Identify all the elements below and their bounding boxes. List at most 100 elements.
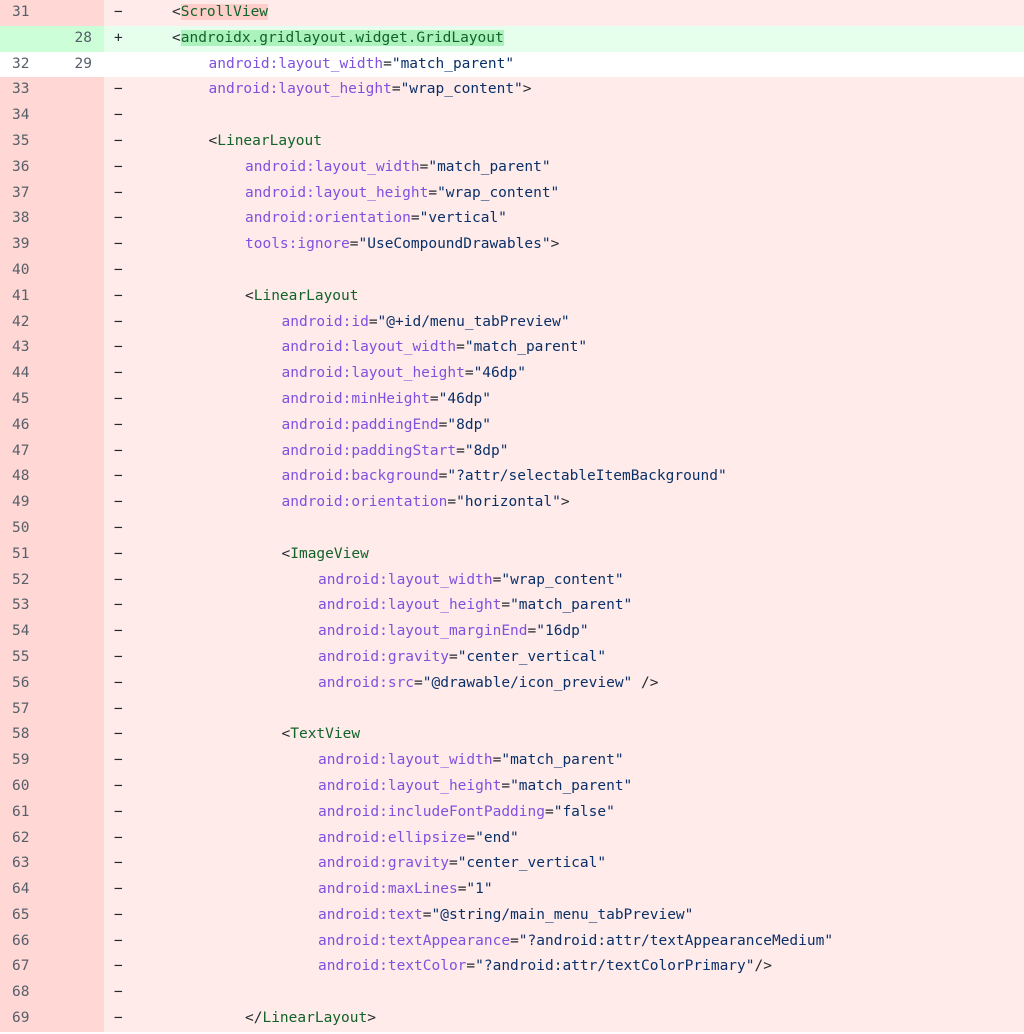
new-line-number[interactable] [52, 541, 104, 568]
new-line-number[interactable] [52, 361, 104, 387]
new-line-number[interactable] [52, 128, 104, 155]
new-line-number[interactable] [52, 877, 104, 903]
diff-row-deleted[interactable]: 53− android:layout_height="match_parent" [0, 593, 1024, 620]
new-line-number[interactable] [52, 593, 104, 620]
old-line-number[interactable]: 34 [0, 103, 52, 129]
old-line-number[interactable]: 63 [0, 851, 52, 878]
diff-row-deleted[interactable]: 45− android:minHeight="46dp" [0, 386, 1024, 413]
new-line-number[interactable] [52, 928, 104, 955]
new-line-number[interactable] [52, 490, 104, 516]
new-line-number[interactable] [52, 515, 104, 542]
old-line-number[interactable]: 59 [0, 748, 52, 774]
old-line-number[interactable]: 64 [0, 877, 52, 903]
diff-row-deleted[interactable]: 66− android:textAppearance="?android:attr… [0, 928, 1024, 955]
new-line-number[interactable] [52, 309, 104, 336]
new-line-number[interactable] [52, 644, 104, 671]
old-line-number[interactable]: 65 [0, 902, 52, 929]
old-line-number[interactable]: 39 [0, 232, 52, 258]
new-line-number[interactable] [52, 0, 104, 26]
new-line-number[interactable] [52, 77, 104, 104]
new-line-number[interactable] [52, 464, 104, 491]
new-line-number[interactable] [52, 902, 104, 929]
old-line-number[interactable]: 42 [0, 309, 52, 336]
old-line-number[interactable]: 62 [0, 825, 52, 852]
old-line-number[interactable]: 49 [0, 490, 52, 516]
new-line-number[interactable] [52, 154, 104, 181]
new-line-number[interactable] [52, 232, 104, 258]
old-line-number[interactable]: 47 [0, 438, 52, 465]
diff-row-deleted[interactable]: 49− android:orientation="horizontal"> [0, 490, 1024, 516]
new-line-number[interactable]: 29 [52, 51, 104, 78]
new-line-number[interactable] [52, 748, 104, 774]
diff-row-deleted[interactable]: 37− android:layout_height="wrap_content" [0, 180, 1024, 207]
new-line-number[interactable] [52, 825, 104, 852]
diff-row-deleted[interactable]: 46 − android:paddingEnd="8dp" [0, 412, 1024, 439]
new-line-number[interactable] [52, 438, 104, 465]
new-line-number[interactable] [52, 722, 104, 749]
new-line-number[interactable]: 28 [52, 25, 104, 52]
diff-row-deleted[interactable]: 54− android:layout_marginEnd="16dp" [0, 619, 1024, 645]
diff-row-deleted[interactable]: 67− android:textColor="?android:attr/text… [0, 954, 1024, 981]
old-line-number[interactable]: 58 [0, 722, 52, 749]
diff-row-deleted[interactable]: 64 − android:maxLines="1" [0, 877, 1024, 903]
new-line-number[interactable] [52, 1006, 104, 1032]
diff-row-deleted[interactable]: 56 − android:src="@drawable/icon_preview" … [0, 670, 1024, 697]
new-line-number[interactable] [52, 257, 104, 284]
new-line-number[interactable] [52, 851, 104, 878]
new-line-number[interactable] [52, 206, 104, 233]
new-line-number[interactable] [52, 180, 104, 207]
new-line-number[interactable] [52, 386, 104, 413]
diff-row-context[interactable]: 32 29 android:layout_width="match_parent" [0, 51, 1024, 78]
diff-row-deleted[interactable]: 61− android:includeFontPadding="false" [0, 799, 1024, 826]
old-line-number[interactable]: 67 [0, 954, 52, 981]
old-line-number[interactable]: 61 [0, 799, 52, 826]
diff-row-deleted[interactable]: 34 − [0, 103, 1024, 129]
old-line-number[interactable]: 51 [0, 541, 52, 568]
diff-row-deleted[interactable]: 52 − android:layout_width="wrap_content" [0, 567, 1024, 594]
diff-row-deleted[interactable]: 60− android:layout_height="match_parent" [0, 773, 1024, 800]
new-line-number[interactable] [52, 696, 104, 723]
old-line-number[interactable]: 43 [0, 335, 52, 362]
diff-row-deleted[interactable]: 59 − android:layout_width="match_parent" [0, 748, 1024, 774]
new-line-number[interactable] [52, 670, 104, 697]
diff-row-deleted[interactable]: 33− android:layout_height="wrap_content"> [0, 77, 1024, 104]
diff-row-deleted[interactable]: 51− <ImageView [0, 541, 1024, 568]
old-line-number[interactable] [0, 25, 52, 52]
diff-row-deleted[interactable]: 42− android:id="@+id/menu_tabPreview" [0, 309, 1024, 336]
old-line-number[interactable]: 56 [0, 670, 52, 697]
diff-row-deleted[interactable]: 69− </LinearLayout> [0, 1006, 1024, 1032]
new-line-number[interactable] [52, 954, 104, 981]
old-line-number[interactable]: 57 [0, 696, 52, 723]
old-line-number[interactable]: 68 [0, 980, 52, 1007]
diff-row-deleted[interactable]: 43− android:layout_width="match_parent" [0, 335, 1024, 362]
diff-row-deleted[interactable]: 55− android:gravity="center_vertical" [0, 644, 1024, 671]
old-line-number[interactable]: 46 [0, 412, 52, 439]
old-line-number[interactable]: 38 [0, 206, 52, 233]
new-line-number[interactable] [52, 283, 104, 310]
old-line-number[interactable]: 41 [0, 283, 52, 310]
old-line-number[interactable]: 66 [0, 928, 52, 955]
old-line-number[interactable]: 44 [0, 361, 52, 387]
diff-row-deleted[interactable]: 44− android:layout_height="46dp" [0, 361, 1024, 387]
diff-row-deleted[interactable]: 31− <ScrollView [0, 0, 1024, 26]
diff-row-deleted[interactable]: 35− <LinearLayout [0, 128, 1024, 155]
old-line-number[interactable]: 55 [0, 644, 52, 671]
old-line-number[interactable]: 37 [0, 180, 52, 207]
old-line-number[interactable]: 54 [0, 619, 52, 645]
new-line-number[interactable] [52, 619, 104, 645]
new-line-number[interactable] [52, 799, 104, 826]
old-line-number[interactable]: 60 [0, 773, 52, 800]
new-line-number[interactable] [52, 980, 104, 1007]
diff-row-deleted[interactable]: 58− <TextView [0, 722, 1024, 749]
diff-row-added[interactable]: 28 + <androidx.gridlayout.widget.GridLayou… [0, 25, 1024, 52]
diff-row-deleted[interactable]: 63− android:gravity="center_vertical" [0, 851, 1024, 878]
new-line-number[interactable] [52, 335, 104, 362]
old-line-number[interactable]: 40 [0, 257, 52, 284]
diff-row-deleted[interactable]: 50 − [0, 515, 1024, 542]
diff-row-deleted[interactable]: 39− tools:ignore="UseCompoundDrawables"> [0, 232, 1024, 258]
old-line-number[interactable]: 31 [0, 0, 52, 26]
new-line-number[interactable] [52, 773, 104, 800]
old-line-number[interactable]: 45 [0, 386, 52, 413]
diff-row-deleted[interactable]: 57 − [0, 696, 1024, 723]
new-line-number[interactable] [52, 412, 104, 439]
